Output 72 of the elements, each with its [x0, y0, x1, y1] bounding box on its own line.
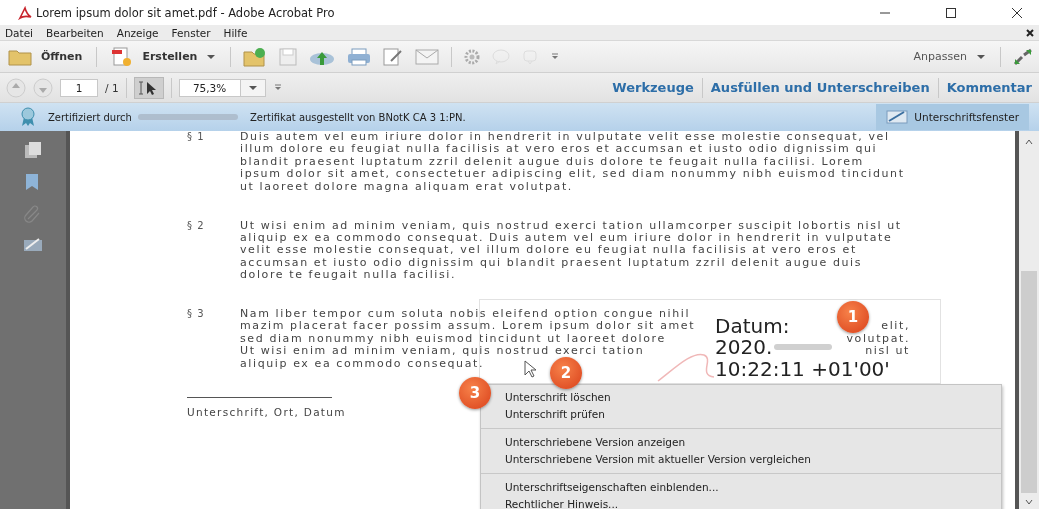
- text-line: Nam liber tempor cum soluta nobis eleifend option congue nihil: [240, 308, 691, 321]
- menu-item[interactable]: Hilfe: [223, 26, 248, 39]
- folder-icon: [8, 47, 32, 66]
- menu-item[interactable]: Unterschriftseigenschaften einblenden...: [501, 479, 1001, 496]
- paragraph: Ut wisi enim ad minim veniam, quis nostrud exerci tation ullamcorper suscipit lobortis nisl ut aliquip ex ea commodo consequat. Duis autem vel eum iriure dolor in hendrerit in vulputate velit esse molestie consequat, vel illum dolore eu feugiat nulla facilisis at vero eros et accumsan et iusto odio dignissim qui blandit praesent luptatum zzril delenit augue duis dolore te feugait nulla facilisi.: [240, 219, 903, 282]
- caret-icon: [247, 83, 258, 92]
- text-line: elit,: [881, 320, 910, 333]
- create-button[interactable]: Erstellen: [109, 46, 219, 67]
- maximize-icon[interactable]: [945, 6, 957, 19]
- document-icon: [111, 46, 134, 67]
- zoom-dropdown-button[interactable]: [239, 78, 266, 97]
- select-tool-button[interactable]: [133, 76, 164, 99]
- pane-tab[interactable]: Ausfüllen und Unterschreiben: [709, 80, 931, 95]
- mouse-pointer-icon: [524, 360, 538, 378]
- text-line: aliquip ex ea commodo consequat.: [240, 357, 485, 370]
- next-page-icon[interactable]: [33, 77, 53, 98]
- pane-tab[interactable]: Kommentar: [945, 80, 1033, 95]
- caret-icon: [976, 52, 986, 61]
- menu-item[interactable]: Anzeige: [116, 26, 159, 39]
- customize-button[interactable]: Anpassen: [911, 50, 988, 63]
- printer-icon[interactable]: [347, 47, 372, 66]
- text-line: volutpat.: [846, 332, 910, 346]
- folder-arrow-icon[interactable]: [243, 46, 268, 67]
- page-count: / 1: [105, 81, 119, 94]
- previous-page-icon[interactable]: [6, 77, 26, 98]
- signature-date-text: 2020.: [715, 338, 773, 357]
- text-line: mazim placerat facer possim assum. Lorem ipsum dolor sit amet: [240, 320, 696, 333]
- redaction-mark: [774, 344, 833, 351]
- certificate-text: Zertifiziert durch: [48, 111, 132, 123]
- menu-item[interactable]: Unterschrift prüfen: [501, 406, 1001, 423]
- signature-icon[interactable]: [23, 237, 43, 253]
- text-line: sed diam nonummy nibh euismod tincidunt ut laoreet dolore: [240, 332, 666, 346]
- menu-item[interactable]: Unterschrift löschen: [501, 389, 1001, 406]
- scroll-down-icon[interactable]: [1025, 499, 1033, 505]
- paperclip-icon[interactable]: [24, 205, 42, 223]
- edit-document-icon[interactable]: [383, 47, 404, 66]
- paragraph: Duis autem vel eum iriure dolor in hendrerit in vulputate velit esse molestie consequat, vel illum dolore eu feugiat nulla facilisis at vero eros et accumsan et iusto odio dignissim qui blandit praesent luptatum zzril delenit augue duis dolore te feugait nulla facilisi. Lorem ipsum dolor sit amet, consectetuer adipiscing elit, sed diam nonummy nibh euismod tincidunt ut laoreet dolore magna aliquam erat volutpat.: [240, 131, 906, 194]
- caret-icon: [206, 52, 217, 61]
- close-icon[interactable]: [1026, 28, 1034, 37]
- text-line: Ut wisi enim ad minim veniam, quis nostrud exerci tation: [240, 345, 645, 358]
- scroll-thumb[interactable]: [1021, 271, 1037, 493]
- section-number: § 2: [187, 219, 206, 233]
- more-tools-icon[interactable]: [550, 52, 561, 61]
- certificate-text: Zertifikat ausgestellt von BNotK CA 3 1:PN.: [249, 111, 466, 123]
- menu-item[interactable]: Datei: [5, 26, 33, 39]
- award-ribbon-icon: [20, 107, 36, 127]
- menu-item[interactable]: Unterschriebene Version anzeigen: [501, 434, 1001, 451]
- more-tools-icon[interactable]: [272, 83, 283, 92]
- acrobat-logo-icon: [18, 5, 32, 20]
- open-button[interactable]: Öffnen: [6, 47, 85, 66]
- pages-icon[interactable]: [24, 141, 42, 159]
- section-number: § 3: [187, 308, 206, 322]
- menu-item[interactable]: Fenster: [171, 26, 211, 39]
- menu-item[interactable]: Bearbeiten: [46, 26, 104, 39]
- menu-item[interactable]: Rechtlicher Hinweis...: [501, 496, 1001, 509]
- zoom-field[interactable]: 75,3%: [178, 78, 241, 97]
- signature-line-label: Unterschrift, Ort, Datum: [187, 406, 346, 418]
- expand-icon[interactable]: [1013, 47, 1033, 66]
- window-title: Lorem ipsum dolor sit amet.pdf - Adobe Acrobat Pro: [36, 5, 335, 20]
- section-number: § 1: [187, 131, 206, 144]
- menu-item[interactable]: Unterschriebene Version mit aktueller Version vergleichen: [501, 451, 1001, 468]
- signature-pen-icon: [886, 109, 909, 125]
- gear-icon[interactable]: [464, 48, 481, 65]
- mail-icon[interactable]: [415, 48, 440, 65]
- pane-tab[interactable]: Werkzeuge: [611, 80, 695, 95]
- close-icon[interactable]: [1011, 6, 1023, 19]
- signature-date-text: Datum:: [715, 316, 790, 335]
- signature-date-text: 10:22:11 +01'00': [715, 359, 890, 378]
- text-line: nisl ut: [865, 345, 910, 358]
- page-field[interactable]: 1: [60, 78, 98, 97]
- scroll-up-icon[interactable]: [1025, 139, 1033, 145]
- signature-panel-button[interactable]: Unterschriftsfenster: [876, 104, 1029, 130]
